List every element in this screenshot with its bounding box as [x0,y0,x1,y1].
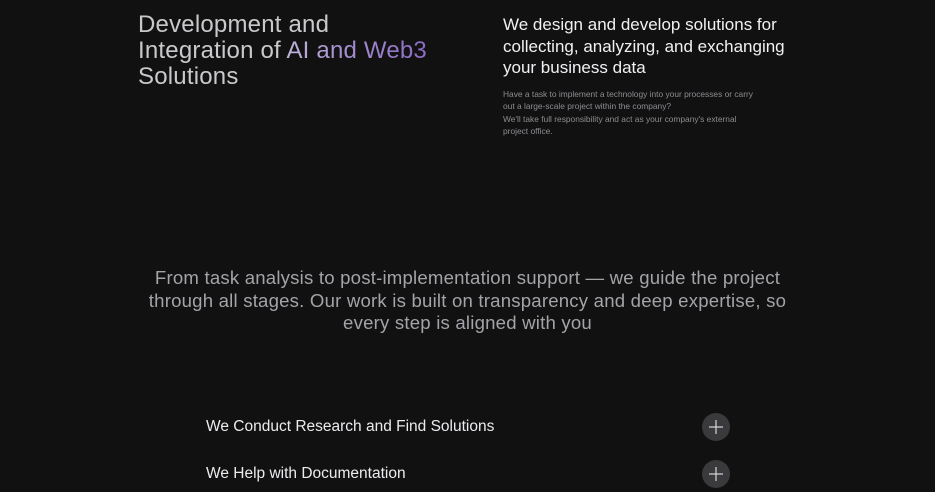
hero-title-line-3: Solutions [138,63,239,90]
hero-title-prefix: Integration of [138,37,287,64]
service-label: We Conduct Research and Find Solutions [206,418,495,435]
intro-body-line-1: Have a task to implement a technology in… [503,88,753,112]
expand-button[interactable] [702,460,730,488]
services-accordion: We Conduct Research and Find Solutions W… [206,409,732,492]
intro-section: We design and develop solutions for coll… [503,14,793,138]
service-item-research[interactable]: We Conduct Research and Find Solutions [206,409,732,444]
process-statement: From task analysis to post-implementatio… [148,267,787,333]
hero-title-accent: AI and Web3 [286,37,427,64]
service-label: We Help with Documentation [206,465,406,482]
service-item-documentation[interactable]: We Help with Documentation [206,456,732,491]
expand-button[interactable] [702,413,730,441]
intro-body-line-2: We'll take full responsibility and act a… [503,113,737,137]
hero-title-line-1: Development and [138,11,330,38]
page: Development and Integration of AI and We… [0,0,935,492]
hero-title: Development and Integration of AI and We… [138,12,427,90]
hero-title-line-2: Integration of AI and Web3 [138,38,427,64]
plus-icon [709,420,723,434]
plus-icon [709,467,723,481]
intro-heading: We design and develop solutions for coll… [503,15,785,77]
intro-body: Have a task to implement a technology in… [503,88,753,138]
